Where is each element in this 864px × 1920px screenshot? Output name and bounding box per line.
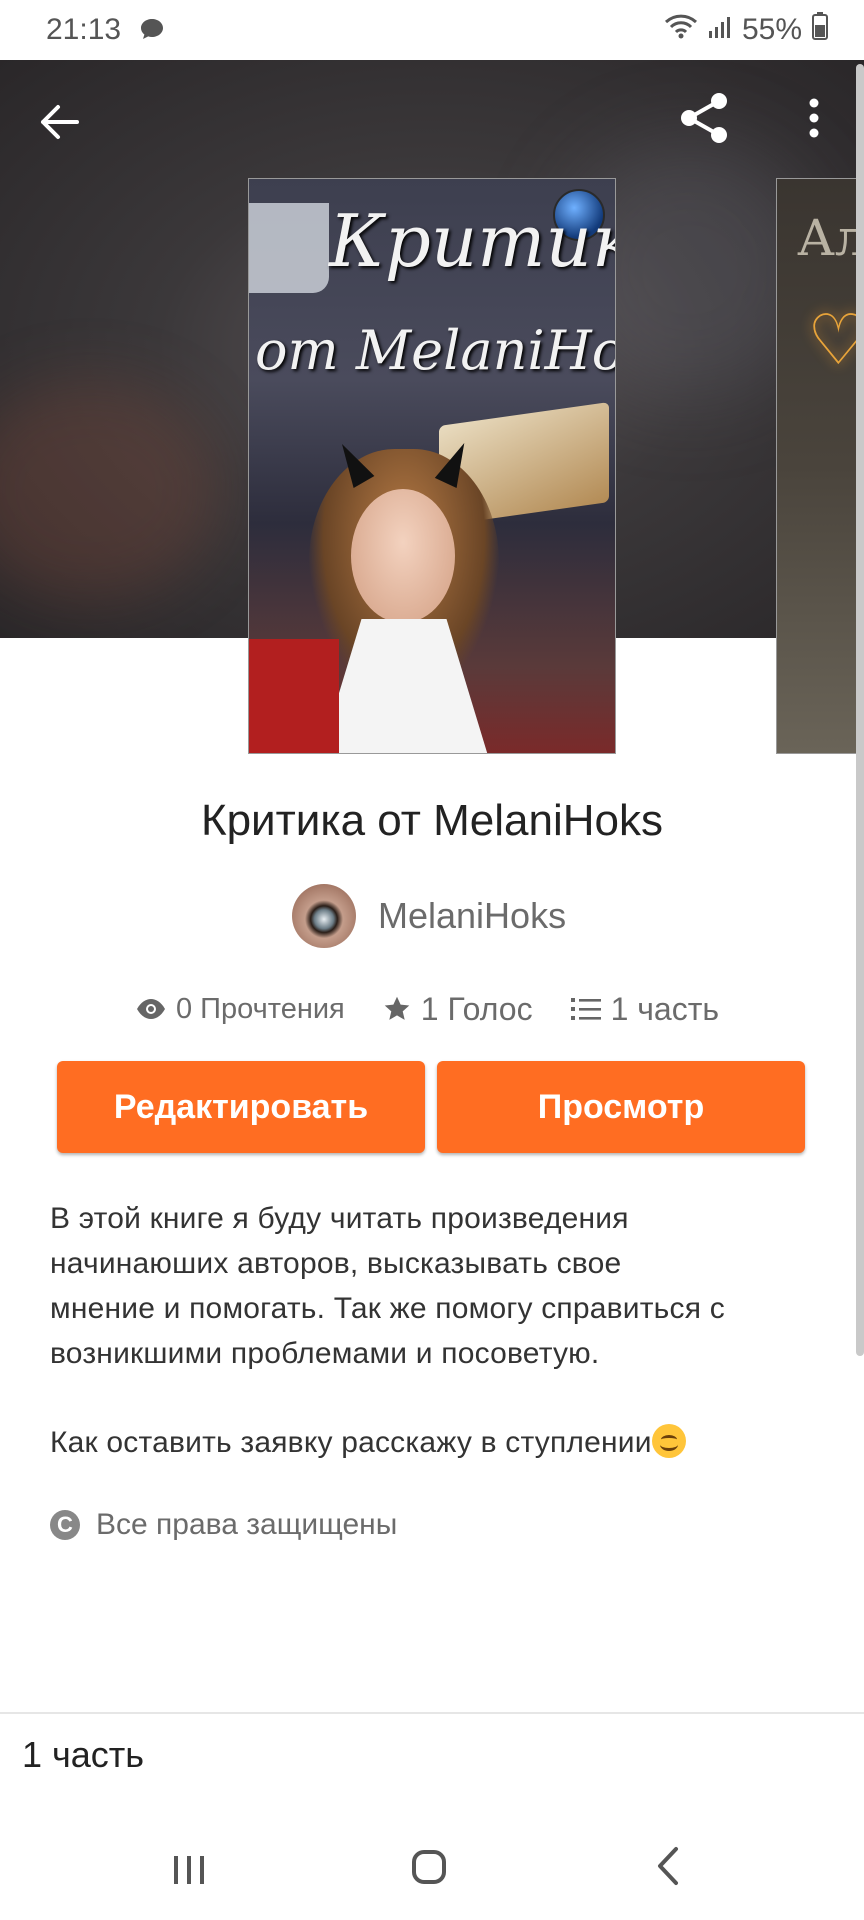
votes-stat: 1 Голос (383, 991, 533, 1028)
description-line: мнение и помогать. Так же помогу справит… (50, 1292, 725, 1325)
battery-percent: 55% (741, 13, 802, 46)
back-button[interactable] (30, 92, 90, 152)
reads-stat: 0 Прочтения (136, 993, 345, 1026)
description-line: начинаюших авторов, высказывать свое (50, 1247, 622, 1280)
story-description: В этой книге я буду читать произведения … (50, 1196, 830, 1465)
reads-count: 0 Прочтения (176, 992, 345, 1025)
chevron-left-icon (658, 1847, 678, 1885)
book-cover[interactable]: Критика от MelaniHoks (248, 178, 616, 754)
copyright-icon: C (50, 1510, 80, 1540)
cover-title-line2: от MelaniHoks (255, 319, 615, 382)
next-book-cover[interactable]: Ал ♡ (776, 178, 864, 754)
more-options-button[interactable] (784, 88, 844, 148)
eye-icon (137, 999, 165, 1019)
story-title: Критика от MelaniHoks (200, 796, 664, 845)
list-icon (570, 998, 601, 1020)
votes-count: 1 Голос (420, 990, 533, 1027)
next-cover-text: Ал (797, 209, 864, 267)
signal-icon (708, 13, 732, 47)
copyright-row: C Все права защищены (50, 1508, 397, 1542)
avatar[interactable] (292, 884, 356, 948)
parts-stat: 1 часть (570, 990, 720, 1028)
story-stats: 0 Прочтения 1 Голос 1 часть (136, 988, 719, 1030)
more-vertical-icon (809, 98, 819, 138)
parts-footer-label[interactable]: 1 часть (22, 1734, 144, 1776)
recent-apps-button[interactable] (172, 1854, 206, 1891)
recent-apps-icon (174, 1856, 204, 1884)
status-bar: 21:13 55% (0, 0, 864, 60)
star-icon (384, 996, 410, 1020)
parts-count: 1 часть (610, 990, 720, 1027)
wifi-icon (664, 13, 698, 47)
status-time: 21:13 (46, 13, 122, 46)
smiling-face-emoji-icon (651, 1424, 686, 1458)
cover-title-line1: Критика (329, 199, 615, 283)
arrow-left-icon (41, 105, 79, 139)
description-line: возникшими проблемами и посоветую. (50, 1337, 600, 1370)
status-right: 55% (664, 12, 828, 48)
scrollbar[interactable] (856, 64, 864, 1356)
description-line: В этой книге я буду читать произведения (50, 1202, 629, 1235)
chat-notification-icon (140, 18, 164, 45)
edit-button[interactable]: Редактировать (57, 1061, 425, 1153)
share-button[interactable] (674, 88, 734, 148)
author-row[interactable]: MelaniHoks (292, 884, 566, 948)
author-name[interactable]: MelaniHoks (378, 895, 566, 937)
copyright-text: Все права защищены (96, 1508, 398, 1541)
divider (0, 1712, 864, 1714)
description-text: Как оставить заявку расскажу в ступлении (50, 1426, 652, 1459)
share-icon (681, 93, 727, 143)
system-back-button[interactable] (656, 1846, 680, 1891)
battery-icon (812, 12, 828, 48)
preview-button[interactable]: Просмотр (437, 1061, 805, 1153)
system-navigation-bar (0, 1810, 864, 1920)
description-paragraph: Как оставить заявку расскажу в ступлении (50, 1420, 830, 1465)
home-button[interactable] (412, 1850, 446, 1884)
